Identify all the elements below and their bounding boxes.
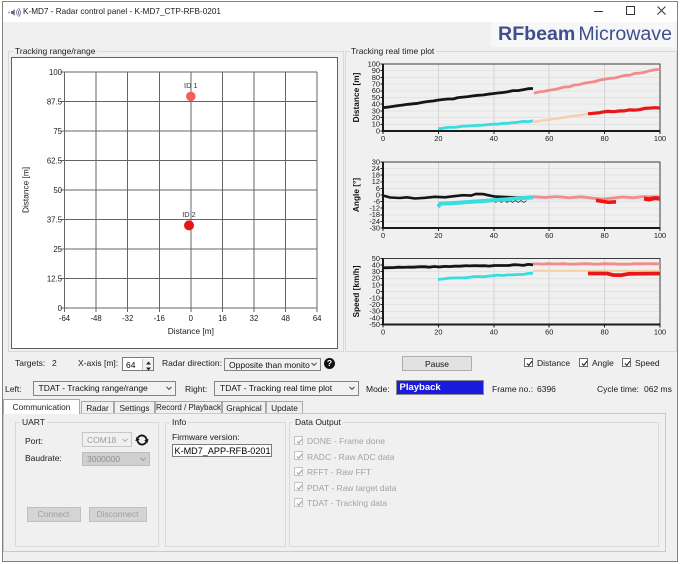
svg-text:0: 0 (58, 304, 63, 313)
svg-text:20: 20 (434, 134, 442, 143)
svg-text:60: 60 (545, 231, 553, 240)
svg-text:100: 100 (654, 231, 666, 240)
svg-text:48: 48 (281, 314, 290, 323)
svg-text:40: 40 (490, 231, 498, 240)
svg-text:75: 75 (53, 127, 62, 136)
svg-text:80: 80 (600, 231, 608, 240)
svg-text:60: 60 (545, 134, 553, 143)
svg-text:-50: -50 (369, 320, 380, 329)
svg-text:100: 100 (654, 328, 666, 337)
svg-text:ID 2: ID 2 (182, 210, 196, 219)
svg-text:16: 16 (218, 314, 227, 323)
svg-text:0: 0 (381, 231, 385, 240)
svg-text:100: 100 (654, 134, 666, 143)
svg-text:80: 80 (600, 134, 608, 143)
svg-text:Distance [m]: Distance [m] (168, 326, 214, 336)
svg-text:87.5: 87.5 (47, 97, 63, 106)
svg-text:25: 25 (53, 245, 62, 254)
svg-text:-48: -48 (90, 314, 101, 323)
svg-text:32: 32 (250, 314, 259, 323)
svg-text:-16: -16 (154, 314, 165, 323)
svg-text:62.5: 62.5 (47, 156, 63, 165)
svg-text:20: 20 (434, 328, 442, 337)
svg-text:100: 100 (49, 68, 63, 77)
svg-text:40: 40 (490, 328, 498, 337)
svg-text:-64: -64 (59, 314, 71, 323)
svg-text:60: 60 (545, 328, 553, 337)
svg-text:Distance [m]: Distance [m] (351, 72, 361, 122)
svg-text:20: 20 (434, 231, 442, 240)
svg-text:80: 80 (600, 328, 608, 337)
svg-text:-32: -32 (122, 314, 133, 323)
svg-text:0: 0 (381, 134, 385, 143)
svg-text:Speed [km/h]: Speed [km/h] (351, 265, 361, 317)
svg-text:37.5: 37.5 (47, 215, 63, 224)
svg-text:-30: -30 (369, 223, 380, 232)
svg-text:0: 0 (376, 126, 380, 135)
svg-text:0: 0 (381, 328, 385, 337)
svg-text:40: 40 (490, 134, 498, 143)
svg-text:64: 64 (313, 314, 322, 323)
svg-text:12.5: 12.5 (47, 274, 63, 283)
svg-text:ID 1: ID 1 (184, 81, 198, 90)
svg-text:Angle [°]: Angle [°] (351, 178, 361, 212)
svg-text:0: 0 (189, 314, 194, 323)
svg-text:50: 50 (53, 186, 62, 195)
svg-text:Distance [m]: Distance [m] (21, 167, 31, 213)
